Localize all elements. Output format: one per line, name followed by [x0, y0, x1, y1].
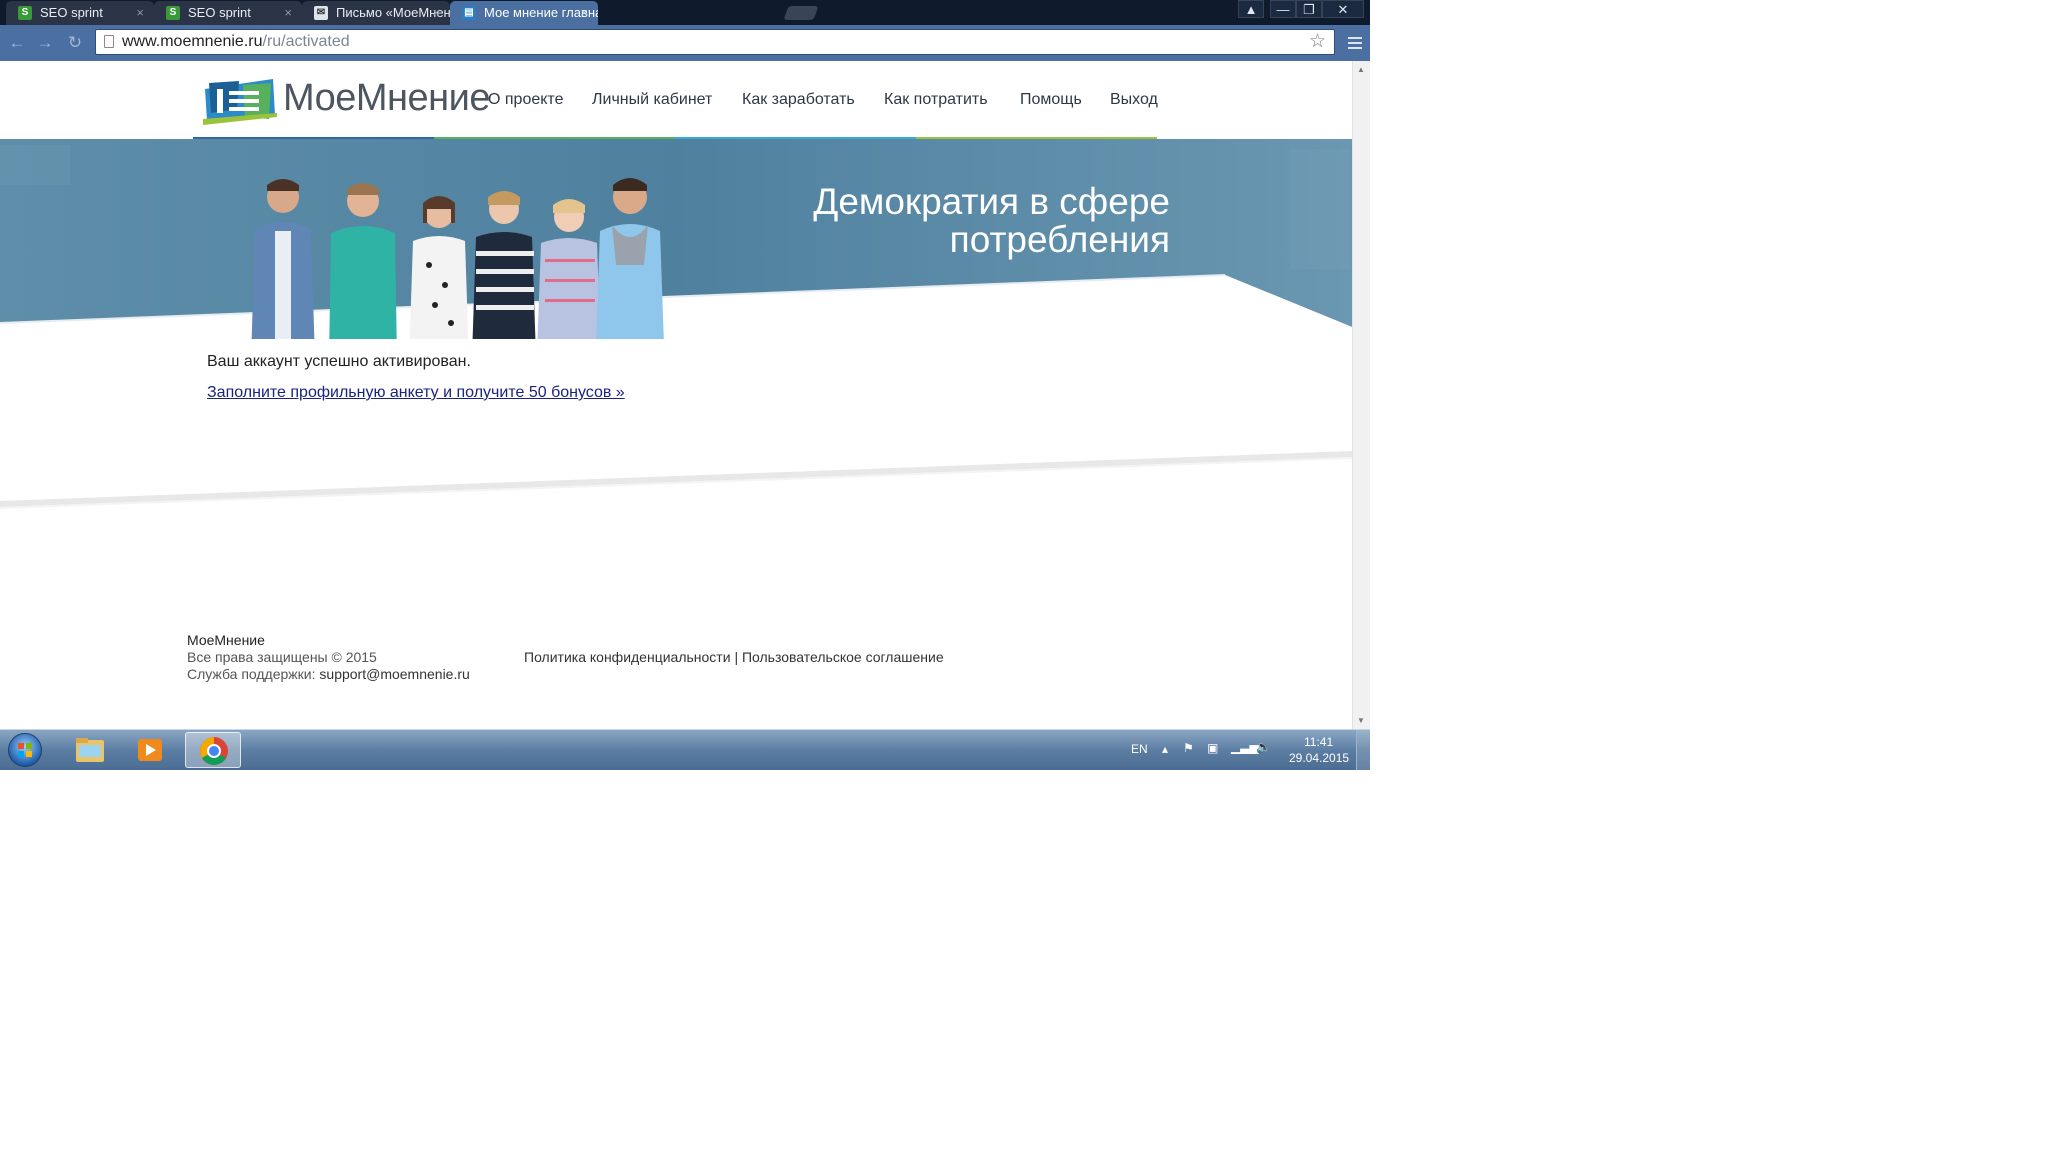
- close-icon: ✕: [1337, 2, 1349, 17]
- nav-earn[interactable]: Как заработать: [742, 91, 855, 109]
- logo-text: МоеМнение: [283, 77, 490, 119]
- user-agreement-link[interactable]: Пользовательское соглашение: [742, 649, 944, 665]
- chrome-icon: [200, 737, 228, 765]
- show-desktop-button[interactable]: [1356, 730, 1370, 770]
- nav-logout[interactable]: Выход: [1110, 91, 1158, 109]
- user-profile-button[interactable]: ▲: [1238, 0, 1264, 18]
- clock-date[interactable]: 29.04.2015: [1289, 751, 1349, 765]
- hero-title-line-1: Демократия в сфере: [813, 181, 1170, 222]
- footer-separator: |: [734, 649, 739, 665]
- back-button[interactable]: ←: [8, 34, 26, 52]
- power-icon[interactable]: ▣: [1207, 741, 1218, 755]
- desktop-screen: S SEO sprint × S SEO sprint × ✉ Письмо «…: [0, 0, 1370, 770]
- nav-account[interactable]: Личный кабинет: [592, 91, 712, 109]
- nav-help[interactable]: Помощь: [1020, 91, 1082, 109]
- moemnenie-favicon-icon: ▤: [462, 6, 476, 20]
- windows-logo-icon: [18, 743, 32, 757]
- user-icon: ▲: [1244, 2, 1258, 17]
- footer-brand: МоеМнение: [187, 632, 265, 648]
- hero-title-line-2: потребления: [949, 219, 1170, 260]
- url-domain: www.moemnenie.ru: [122, 33, 263, 50]
- privacy-policy-link[interactable]: Политика конфиденциальности: [524, 649, 731, 665]
- seo-sprint-favicon-icon: S: [18, 6, 32, 20]
- tab-close-icon[interactable]: ×: [284, 1, 292, 25]
- footer-links: Политика конфиденциальности | Пользовате…: [524, 649, 944, 665]
- site-logo[interactable]: МоеМнение: [203, 75, 490, 125]
- restore-icon: ❐: [1303, 2, 1315, 17]
- site-header: МоеМнение О проекте Личный кабинет Как з…: [0, 61, 1352, 142]
- forward-button[interactable]: →: [36, 34, 54, 52]
- minimize-icon: —: [1276, 2, 1290, 17]
- taskbar-explorer[interactable]: [62, 732, 118, 768]
- hero-banner: Демократия в сфере потребления: [0, 139, 1352, 339]
- hero-title: Демократия в сфере потребления: [813, 183, 1170, 259]
- page-viewport: МоеМнение О проекте Личный кабинет Как з…: [0, 61, 1352, 729]
- mail-favicon-icon: ✉: [314, 6, 328, 20]
- url-path: /ru/activated: [262, 33, 350, 50]
- support-label: Служба поддержки:: [187, 666, 316, 682]
- bookmark-star-icon[interactable]: ☆: [1309, 30, 1326, 54]
- tray-expand-icon[interactable]: ▴: [1162, 742, 1168, 756]
- tab-moemnenie-active[interactable]: ▤ Мое мнение главная ×: [450, 1, 598, 25]
- media-player-icon: [138, 739, 162, 761]
- windows-taskbar: EN ▴ ⚑ ▣ ▁▃▅ 🔈 11:41 29.04.2015: [0, 729, 1370, 770]
- tab-title: SEO sprint: [40, 5, 103, 20]
- footer-support: Служба поддержки: support@moemnenie.ru: [187, 666, 470, 682]
- logo-mark-icon: [203, 79, 277, 125]
- taskbar-media-player[interactable]: [122, 732, 178, 768]
- browser-tab-strip: S SEO sprint × S SEO sprint × ✉ Письмо «…: [0, 0, 1370, 25]
- footer-copyright: Все права защищены © 2015: [187, 649, 377, 665]
- tab-seo-sprint-2[interactable]: S SEO sprint ×: [154, 1, 302, 25]
- reload-button[interactable]: ↻: [66, 34, 84, 52]
- tab-mail[interactable]: ✉ Письмо «МоеМнение: п ×: [302, 1, 450, 25]
- folder-icon: [76, 738, 104, 762]
- tab-close-icon[interactable]: ×: [432, 1, 440, 25]
- nav-about[interactable]: О проекте: [488, 91, 563, 109]
- address-url[interactable]: www.moemnenie.ru/ru/activated: [122, 30, 350, 54]
- nav-spend[interactable]: Как потратить: [884, 91, 988, 109]
- minimize-button[interactable]: —: [1270, 0, 1296, 18]
- volume-icon[interactable]: 🔈: [1256, 740, 1271, 754]
- network-signal-icon[interactable]: ▁▃▅: [1231, 740, 1259, 754]
- action-center-flag-icon[interactable]: ⚑: [1183, 741, 1194, 755]
- chrome-menu-icon[interactable]: [1348, 37, 1362, 52]
- tab-close-icon[interactable]: ×: [580, 1, 588, 25]
- tab-seo-sprint-1[interactable]: S SEO sprint ×: [6, 1, 154, 25]
- scroll-up-arrow-icon[interactable]: ▲: [1357, 65, 1365, 74]
- page-scrollbar[interactable]: ▲ ▼: [1352, 61, 1370, 729]
- forward-arrow-icon: →: [36, 33, 54, 52]
- reload-icon: ↻: [67, 33, 83, 52]
- taskbar-chrome[interactable]: [185, 732, 241, 768]
- content-divider: [0, 451, 1352, 509]
- tab-title: SEO sprint: [188, 5, 251, 20]
- address-bar[interactable]: www.moemnenie.ru/ru/activated ☆: [95, 29, 1335, 55]
- seo-sprint-favicon-icon: S: [166, 6, 180, 20]
- page-icon: [104, 35, 114, 48]
- start-button[interactable]: [8, 733, 42, 767]
- clock-time[interactable]: 11:41: [1304, 735, 1333, 749]
- close-window-button[interactable]: ✕: [1322, 0, 1364, 18]
- new-tab-button[interactable]: [783, 6, 819, 20]
- language-indicator[interactable]: EN: [1131, 742, 1148, 756]
- tab-close-icon[interactable]: ×: [136, 1, 144, 25]
- scroll-down-arrow-icon[interactable]: ▼: [1357, 716, 1365, 725]
- profile-survey-link[interactable]: Заполните профильную анкету и получите 5…: [207, 384, 625, 402]
- back-arrow-icon: ←: [8, 33, 26, 52]
- restore-button[interactable]: ❐: [1296, 0, 1322, 18]
- support-email-link[interactable]: support@moemnenie.ru: [319, 666, 469, 682]
- activation-message: Ваш аккаунт успешно активирован.: [207, 353, 471, 370]
- browser-toolbar: ← → ↻ www.moemnenie.ru/ru/activated ☆: [0, 25, 1370, 62]
